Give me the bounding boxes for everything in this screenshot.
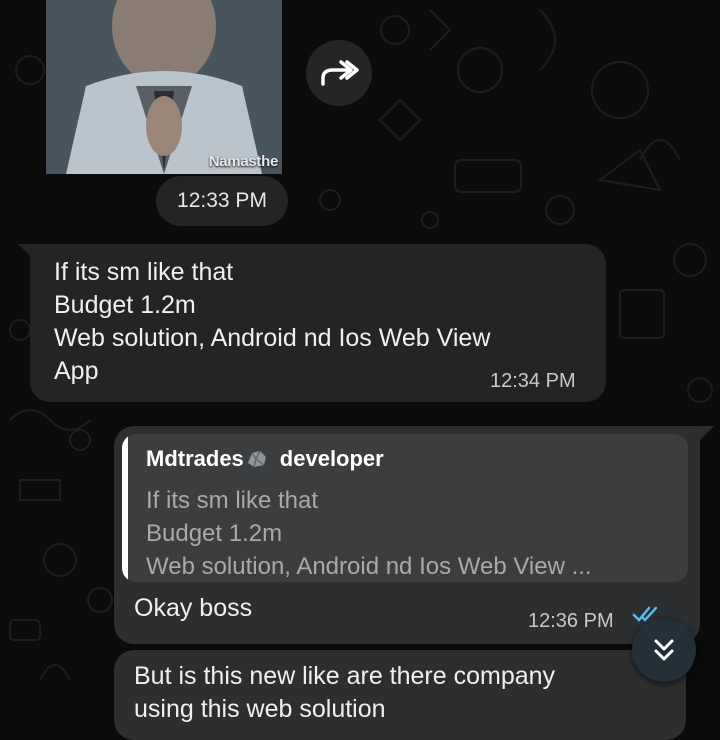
bubble-tail [18, 244, 34, 260]
outgoing-message-bubble[interactable]: Mdtrades developer If its sm like that B… [114, 426, 714, 644]
forward-icon [321, 60, 359, 86]
scroll-to-bottom-button[interactable] [632, 618, 696, 682]
double-chevron-down-icon [654, 639, 674, 661]
message-timestamp: 12:34 PM [490, 370, 576, 392]
stone-emoji-icon [247, 450, 266, 468]
quote-text: If its sm like that Budget 1.2m Web solu… [146, 487, 592, 580]
message-text: But is this new like are there company u… [134, 662, 556, 723]
image-message[interactable]: Namasthe [46, 0, 282, 174]
quote-author: Mdtrades developer [146, 446, 384, 472]
message-timestamp: 12:36 PM [528, 610, 614, 632]
message-text: If its sm like that Budget 1.2m Web solu… [54, 258, 491, 385]
image-timestamp: 12:33 PM [156, 176, 288, 226]
quoted-message[interactable]: Mdtrades developer If its sm like that B… [122, 434, 688, 582]
namaste-image [46, 0, 282, 174]
forward-button[interactable] [306, 40, 372, 106]
bubble-tail [698, 426, 714, 442]
quote-author-name: Mdtrades [146, 446, 244, 471]
quote-bar [122, 434, 128, 582]
message-text: Okay boss [134, 594, 253, 622]
outgoing-message-bubble[interactable]: But is this new like are there company u… [114, 650, 686, 740]
incoming-message-bubble[interactable]: If its sm like that Budget 1.2m Web solu… [18, 244, 606, 402]
quote-author-role: developer [279, 446, 384, 471]
image-caption: Namasthe [208, 153, 279, 170]
